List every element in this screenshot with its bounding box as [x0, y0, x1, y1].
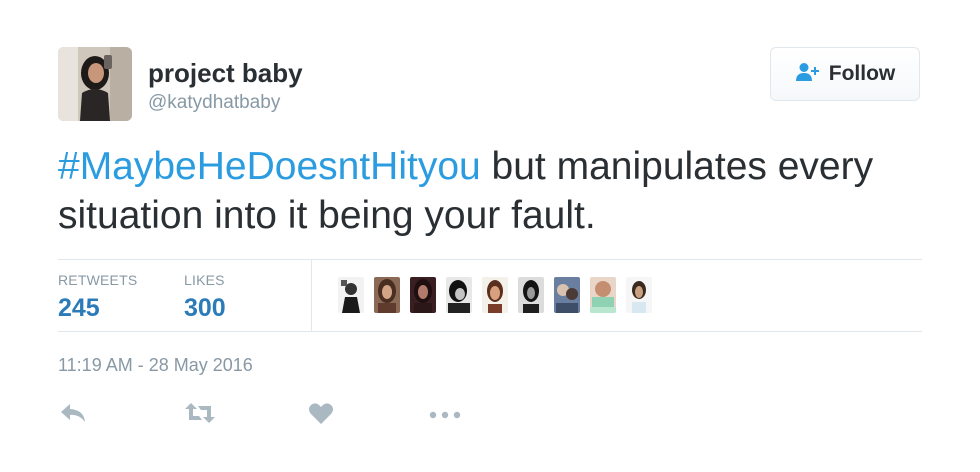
liker-avatar[interactable]	[626, 277, 652, 313]
follow-button[interactable]: Follow	[770, 47, 920, 101]
stats-separator	[311, 259, 312, 331]
likes-label: LIKES	[184, 272, 225, 288]
likes-count[interactable]: 300	[184, 294, 226, 323]
author-handle[interactable]: @katydhatbaby	[148, 92, 280, 114]
stats-top-divider	[58, 259, 922, 260]
more-icon	[429, 406, 461, 424]
reply-icon	[59, 402, 87, 429]
heart-icon	[308, 401, 334, 430]
liker-avatar[interactable]	[374, 277, 400, 313]
tweet-text: #MaybeHeDoesntHityou but manipulates eve…	[58, 142, 938, 240]
retweet-button[interactable]	[183, 400, 217, 430]
author-name[interactable]: project baby	[148, 58, 303, 89]
stats-bottom-divider	[58, 331, 922, 332]
more-button[interactable]	[428, 400, 462, 430]
retweets-label: RETWEETS	[58, 272, 138, 288]
avatar[interactable]	[58, 47, 132, 121]
liker-avatar[interactable]	[518, 277, 544, 313]
liker-avatars	[338, 277, 652, 313]
tweet-timestamp[interactable]: 11:19 AM - 28 May 2016	[58, 355, 253, 376]
liker-avatar[interactable]	[482, 277, 508, 313]
tweet-card: project baby @katydhatbaby Follow #Maybe…	[0, 0, 980, 472]
liker-avatar[interactable]	[338, 277, 364, 313]
liker-avatar[interactable]	[590, 277, 616, 313]
liker-avatar[interactable]	[410, 277, 436, 313]
liker-avatar[interactable]	[446, 277, 472, 313]
reply-button[interactable]	[56, 400, 90, 430]
liker-avatar[interactable]	[554, 277, 580, 313]
like-button[interactable]	[304, 400, 338, 430]
add-user-icon	[795, 62, 821, 87]
retweet-icon	[184, 401, 216, 430]
follow-label: Follow	[828, 62, 896, 85]
retweets-count[interactable]: 245	[58, 294, 100, 323]
hashtag-link[interactable]: #MaybeHeDoesntHityou	[58, 145, 481, 188]
